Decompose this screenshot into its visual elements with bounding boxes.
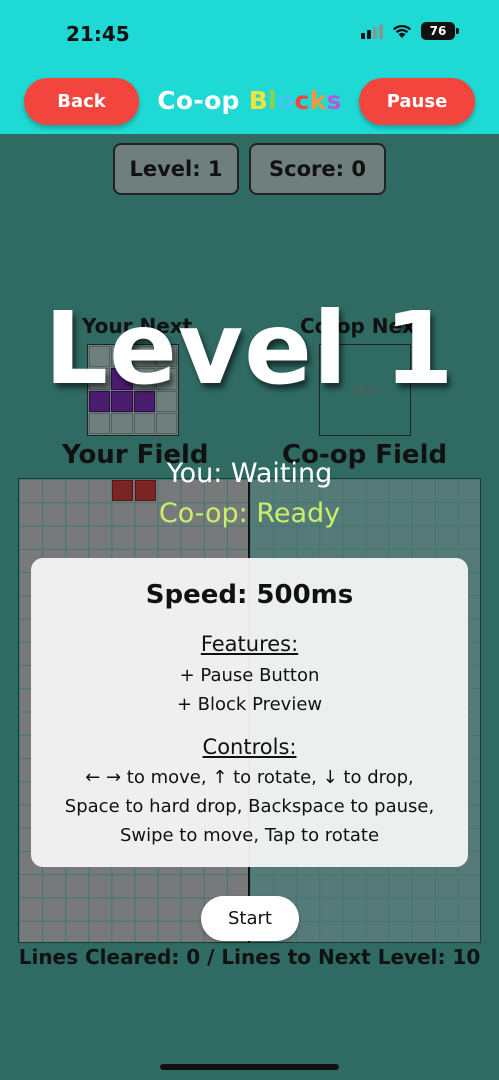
app-title-letter: c <box>294 86 310 115</box>
app-title-letter: l <box>268 86 277 115</box>
info-card: Speed: 500ms Features: + Pause Button + … <box>31 558 468 867</box>
controls-line: ← → to move, ↑ to rotate, ↓ to drop, <box>85 767 414 788</box>
app-title-letter: s <box>326 86 342 115</box>
preview-empty-cell <box>133 412 155 434</box>
start-button[interactable]: Start <box>201 896 299 941</box>
pause-button[interactable]: Pause <box>359 78 475 125</box>
controls-line: Space to hard drop, Backspace to pause, <box>64 796 435 817</box>
features-heading: Features: <box>200 632 299 656</box>
status-icons: 76 <box>361 22 459 40</box>
status-time: 21:45 <box>66 22 130 46</box>
controls-line: Swipe to move, Tap to rotate <box>119 825 380 846</box>
app-title-word: Blocks <box>249 86 342 115</box>
level-banner: Level 1 <box>44 290 455 407</box>
app-title-prefix: Co-op <box>157 86 249 115</box>
battery-icon: 76 <box>421 22 459 40</box>
battery-level: 76 <box>429 24 447 38</box>
player-state: You: Waiting <box>166 458 333 489</box>
lines-status: Lines Cleared: 0 / Lines to Next Level: … <box>18 945 481 969</box>
preview-empty-cell <box>111 412 133 434</box>
top-bar: 21:45 76 Back Co-op Blocks Pause <box>0 0 499 134</box>
speed-text: Speed: 500ms <box>145 580 354 610</box>
coop-state: Co-op: Ready <box>158 498 341 529</box>
wifi-icon <box>393 24 411 38</box>
cellular-signal-icon <box>361 23 383 39</box>
app-title-letter: o <box>276 86 295 115</box>
app-title-letter: B <box>248 86 269 115</box>
score-display: Score: 0 <box>249 143 386 195</box>
app-title-letter: k <box>309 86 327 115</box>
preview-empty-cell <box>155 412 177 434</box>
preview-empty-cell <box>89 412 111 434</box>
home-indicator <box>160 1064 339 1070</box>
feature-item: + Pause Button <box>179 665 320 686</box>
level-display: Level: 1 <box>113 143 239 195</box>
controls-heading: Controls: <box>202 735 297 759</box>
feature-item: + Block Preview <box>176 694 323 715</box>
